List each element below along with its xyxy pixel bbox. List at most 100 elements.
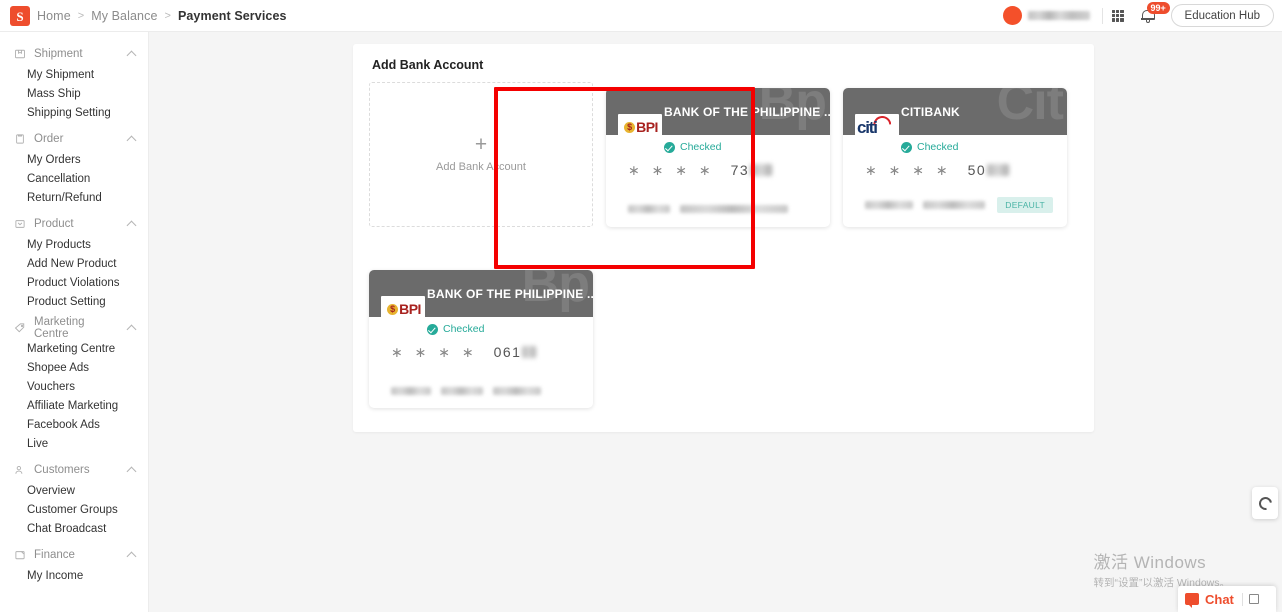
page-root: Home > My Balance > Payment Services 99+… <box>0 0 1282 612</box>
account-digits: 73 <box>730 162 750 178</box>
education-hub-button[interactable]: Education Hub <box>1170 4 1274 27</box>
account-holder-row <box>628 205 816 213</box>
sidebar-item-vouchers[interactable]: Vouchers <box>0 377 148 396</box>
sidebar-group-shipment: Shipment My Shipment Mass Ship Shipping … <box>0 42 148 122</box>
chevron-up-icon[interactable] <box>128 50 136 58</box>
loading-ring-icon[interactable] <box>1252 487 1278 519</box>
account-holder-redacted <box>628 205 670 213</box>
account-holder-redacted <box>391 387 431 395</box>
breadcrumb-item-my-balance[interactable]: My Balance <box>91 9 157 23</box>
sidebar-item-my-income[interactable]: My Income <box>0 566 148 585</box>
avatar <box>1002 6 1022 25</box>
status-row: Checked <box>369 323 593 335</box>
marketing-label-icon <box>14 322 26 334</box>
notification-bell-icon[interactable]: 99+ <box>1133 1 1170 31</box>
chevron-up-icon[interactable] <box>128 220 136 228</box>
account-holder-row: DEFAULT <box>865 197 1053 213</box>
chevron-up-icon[interactable] <box>128 135 136 143</box>
chevron-up-icon[interactable] <box>128 551 136 559</box>
windows-activation-watermark: 激活 Windows 转到“设置”以激活 Windows。 <box>1093 548 1230 590</box>
check-circle-icon <box>664 141 675 153</box>
add-bank-account-title: Add Bank Account <box>372 58 484 72</box>
chat-bubble-icon <box>1185 593 1199 608</box>
bank-name: BANK OF THE PHILIPPINE ... <box>427 286 593 301</box>
sidebar-item-live[interactable]: Live <box>0 434 148 453</box>
sidebar-group-customers: Customers Overview Customer Groups Chat … <box>0 458 148 538</box>
sidebar-group-header-shipment[interactable]: Shipment <box>0 42 148 65</box>
sidebar-item-chat-broadcast[interactable]: Chat Broadcast <box>0 519 148 538</box>
breadcrumb-item-home[interactable]: Home <box>37 9 71 23</box>
sidebar-group-title: Marketing Centre <box>34 315 85 340</box>
bank-name: BANK OF THE PHILIPPINE ... <box>664 104 830 119</box>
bank-name: CITIBANK <box>901 104 960 119</box>
bank-account-card[interactable]: Bp BANK OF THE PHILIPPINE ... BPI Checke… <box>606 88 830 227</box>
sidebar-item-overview[interactable]: Overview <box>0 481 148 500</box>
sidebar-group-title: Customers <box>34 463 90 476</box>
bank-card-body: Checked ∗ ∗ ∗ ∗ 061 <box>369 317 593 408</box>
bank-account-card[interactable]: Bp BANK OF THE PHILIPPINE ... BPI Checke… <box>369 270 593 408</box>
bank-logo-text: BPI <box>399 301 421 317</box>
sidebar-item-product-violations[interactable]: Product Violations <box>0 273 148 292</box>
user-account-menu[interactable] <box>991 6 1102 25</box>
shipment-box-icon <box>14 48 26 60</box>
chat-divider <box>1241 592 1243 606</box>
default-badge: DEFAULT <box>997 197 1053 213</box>
sidebar-item-cancellation[interactable]: Cancellation <box>0 169 148 188</box>
main-content: Add Bank Account + Add Bank Account Bp B… <box>149 32 1282 612</box>
sidebar-item-shopee-ads[interactable]: Shopee Ads <box>0 358 148 377</box>
add-bank-account-placeholder[interactable]: + Add Bank Account <box>369 82 593 227</box>
plus-icon: + <box>474 132 488 156</box>
bank-account-grid: Add Bank Account + Add Bank Account Bp B… <box>369 58 1079 408</box>
account-holder-row <box>391 387 579 395</box>
chevron-up-icon[interactable] <box>128 324 136 332</box>
expand-icon[interactable] <box>1248 594 1259 604</box>
bank-card-body: Checked ∗ ∗ ∗ ∗ 73 <box>606 135 830 226</box>
sidebar-group-title: Order <box>34 132 64 145</box>
windows-watermark-line1: 激活 Windows <box>1093 553 1207 572</box>
customers-people-icon <box>14 464 26 476</box>
sidebar-group-header-order[interactable]: Order <box>0 127 148 150</box>
account-digits-redacted <box>750 164 773 176</box>
chat-label: Chat <box>1205 591 1234 607</box>
sidebar-item-add-new-product[interactable]: Add New Product <box>0 254 148 273</box>
shopee-logo-icon[interactable] <box>10 5 30 26</box>
product-tag-icon <box>14 218 26 230</box>
sidebar-group-title: Finance <box>34 548 75 561</box>
sidebar-item-mass-ship[interactable]: Mass Ship <box>0 84 148 103</box>
sidebar-group-order: Order My Orders Cancellation Return/Refu… <box>0 127 148 207</box>
sidebar-item-affiliate-marketing[interactable]: Affiliate Marketing <box>0 396 148 415</box>
account-digits: 50 <box>967 162 987 178</box>
sidebar-item-facebook-ads[interactable]: Facebook Ads <box>0 415 148 434</box>
grid-apps-icon[interactable] <box>1103 1 1133 31</box>
check-circle-icon <box>901 141 912 153</box>
sidebar-item-my-shipment[interactable]: My Shipment <box>0 65 148 84</box>
sidebar-item-my-orders[interactable]: My Orders <box>0 150 148 169</box>
sidebar-item-return-refund[interactable]: Return/Refund <box>0 188 148 207</box>
sidebar-group-header-product[interactable]: Product <box>0 212 148 235</box>
sidebar-group-header-finance[interactable]: Finance <box>0 543 148 566</box>
sidebar-group-header-marketing-centre[interactable]: Marketing Centre <box>0 315 148 340</box>
sidebar-item-marketing-centre[interactable]: Marketing Centre <box>0 339 148 358</box>
bank-account-card[interactable]: Cit CITIBANK citi Checked ∗ ∗ ∗ ∗ 50 DEF… <box>843 88 1067 227</box>
chevron-up-icon[interactable] <box>128 466 136 474</box>
sidebar-group-marketing-centre: Marketing Centre Marketing Centre Shopee… <box>0 316 148 453</box>
chat-widget[interactable]: Chat <box>1178 586 1276 612</box>
sidebar-item-customer-groups[interactable]: Customer Groups <box>0 500 148 519</box>
bank-branch-redacted <box>923 201 985 209</box>
payment-services-panel: Add Bank Account + Add Bank Account Bp B… <box>353 44 1094 432</box>
check-circle-icon <box>427 323 438 335</box>
status-badge: Checked <box>917 141 959 153</box>
bank-logo-text: citi <box>857 118 878 137</box>
account-digits-redacted <box>987 164 1010 176</box>
bank-branch-redacted <box>680 205 788 213</box>
status-badge: Checked <box>443 323 485 335</box>
sidebar-item-product-setting[interactable]: Product Setting <box>0 292 148 311</box>
add-bank-account-section: Add Bank Account + Add Bank Account <box>369 58 593 227</box>
sidebar-group-header-customers[interactable]: Customers <box>0 458 148 481</box>
sidebar-item-shipping-setting[interactable]: Shipping Setting <box>0 103 148 122</box>
breadcrumb-separator: > <box>164 9 171 22</box>
account-digits-redacted <box>522 346 537 358</box>
bank-logo-text: BPI <box>636 119 658 135</box>
sidebar-item-my-products[interactable]: My Products <box>0 235 148 254</box>
account-digits: 061 <box>493 344 522 360</box>
